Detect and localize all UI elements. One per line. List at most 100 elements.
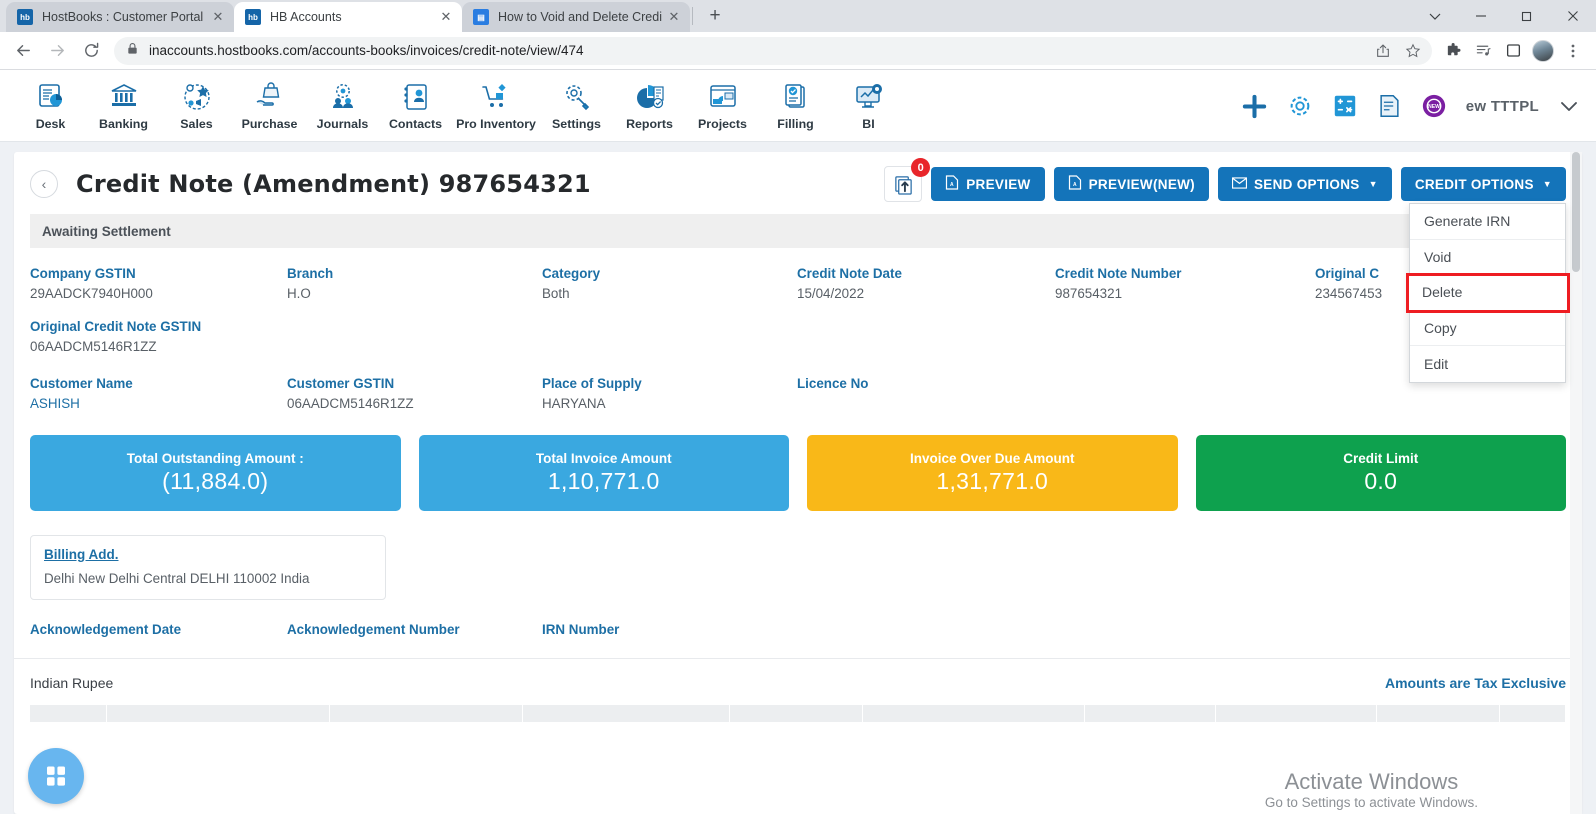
nav-item-contacts[interactable]: Contacts bbox=[379, 80, 452, 131]
share-icon[interactable] bbox=[1368, 36, 1398, 66]
credit-options-label: CREDIT OPTIONS bbox=[1414, 176, 1534, 192]
field-category: Category Both bbox=[542, 266, 797, 301]
field-value[interactable]: ASHISH bbox=[30, 396, 287, 411]
notes-icon[interactable] bbox=[1377, 93, 1402, 119]
billing-address-link[interactable]: Billing Add. bbox=[44, 547, 372, 562]
lock-icon bbox=[126, 42, 139, 60]
widget-launcher-button[interactable] bbox=[28, 748, 84, 804]
browser-tab-active[interactable]: hb HB Accounts ✕ bbox=[234, 2, 462, 32]
acknowledgement-row: Acknowledgement Date Acknowledgement Num… bbox=[14, 622, 1582, 637]
send-options-button[interactable]: SEND OPTIONS ▼ bbox=[1217, 167, 1392, 201]
menu-item-void[interactable]: Void bbox=[1410, 240, 1565, 275]
chevron-down-icon[interactable] bbox=[1558, 95, 1580, 117]
bookmark-star-icon[interactable] bbox=[1398, 36, 1428, 66]
nav-label: Journals bbox=[316, 117, 369, 131]
summary-title: Credit Limit bbox=[1343, 451, 1419, 466]
close-icon[interactable] bbox=[1550, 0, 1596, 32]
tab-title: How to Void and Delete Credit N bbox=[498, 10, 662, 24]
credit-note-card: ‹ Credit Note (Amendment) 987654321 0 A … bbox=[14, 152, 1582, 814]
scrollbar-thumb[interactable] bbox=[1572, 152, 1580, 272]
svg-text:A: A bbox=[1073, 182, 1077, 188]
nav-item-reports[interactable]: Reports bbox=[613, 80, 686, 131]
reload-icon[interactable] bbox=[76, 36, 106, 66]
nav-item-filling[interactable]: Filling bbox=[759, 80, 832, 131]
field-original-credit-note-number: Original C 234567453 bbox=[1315, 266, 1382, 301]
menu-item-delete[interactable]: Delete bbox=[1406, 273, 1570, 313]
export-button[interactable]: 0 bbox=[884, 158, 931, 202]
gear-icon[interactable] bbox=[1287, 93, 1313, 119]
nav-item-banking[interactable]: Banking bbox=[87, 80, 160, 131]
field-row-3: Customer Name ASHISH Customer GSTIN 06AA… bbox=[30, 376, 1566, 411]
upload-document-icon bbox=[894, 175, 912, 195]
field-row-2: Original Credit Note GSTIN 06AADCM5146R1… bbox=[30, 319, 1566, 354]
label-acknowledgement-date: Acknowledgement Date bbox=[30, 622, 182, 637]
billing-address-box: Billing Add. Delhi New Delhi Central DEL… bbox=[30, 535, 386, 600]
sidebar-icon[interactable] bbox=[1498, 36, 1528, 66]
credit-options-button[interactable]: CREDIT OPTIONS ▼ bbox=[1400, 167, 1566, 201]
extensions-icon[interactable] bbox=[1438, 36, 1468, 66]
back-button[interactable]: ‹ bbox=[30, 170, 58, 198]
forward-icon[interactable] bbox=[42, 36, 72, 66]
field-label: Licence No bbox=[797, 376, 869, 391]
summary-card-total-outstanding: Total Outstanding Amount : (11,884.0) bbox=[30, 435, 401, 511]
app-navigation-bar: Desk Banking Sales Purchase Journals Con… bbox=[0, 70, 1596, 142]
nav-item-settings[interactable]: Settings bbox=[540, 80, 613, 131]
add-icon[interactable] bbox=[1241, 93, 1268, 120]
address-bar[interactable]: inaccounts.hostbooks.com/accounts-books/… bbox=[114, 36, 1432, 65]
chevron-down-icon[interactable] bbox=[1412, 0, 1458, 32]
nav-item-pro-inventory[interactable]: Pro Inventory bbox=[452, 80, 540, 131]
reading-list-icon[interactable] bbox=[1468, 36, 1498, 66]
nav-label: Sales bbox=[180, 117, 213, 131]
page-scrollbar[interactable] bbox=[1570, 152, 1582, 814]
maximize-icon[interactable] bbox=[1504, 0, 1550, 32]
field-value: 06AADCM5146R1ZZ bbox=[30, 339, 157, 354]
profile-avatar[interactable] bbox=[1528, 36, 1558, 66]
field-label: Company GSTIN bbox=[30, 266, 136, 281]
field-credit-note-date: Credit Note Date 15/04/2022 bbox=[797, 266, 1055, 301]
summary-value: 0.0 bbox=[1364, 468, 1398, 494]
field-label: Credit Note Date bbox=[797, 266, 902, 281]
browser-tab[interactable]: hb HostBooks : Customer Portal ✕ bbox=[6, 2, 234, 32]
contacts-icon bbox=[400, 80, 432, 114]
filling-icon bbox=[780, 80, 812, 114]
nav-item-journals[interactable]: Journals bbox=[306, 80, 379, 131]
page-title: Credit Note (Amendment) 987654321 bbox=[76, 170, 591, 198]
desk-icon bbox=[35, 80, 67, 114]
nav-item-sales[interactable]: Sales bbox=[160, 80, 233, 131]
back-icon[interactable] bbox=[8, 36, 38, 66]
nav-label: Pro Inventory bbox=[456, 117, 536, 131]
menu-item-copy[interactable]: Copy bbox=[1410, 311, 1565, 346]
minimize-icon[interactable] bbox=[1458, 0, 1504, 32]
field-label: Credit Note Number bbox=[1055, 266, 1182, 281]
browser-tab[interactable]: ▤ How to Void and Delete Credit N ✕ bbox=[462, 2, 690, 32]
browser-titlebar: hb HostBooks : Customer Portal ✕ hb HB A… bbox=[0, 0, 1596, 32]
omnibox-actions bbox=[1368, 37, 1428, 65]
nav-item-desk[interactable]: Desk bbox=[14, 80, 87, 131]
reports-icon bbox=[634, 80, 666, 114]
nav-item-projects[interactable]: Projects bbox=[686, 80, 759, 131]
nav-item-bi[interactable]: BI bbox=[832, 80, 905, 131]
tab-close-icon[interactable]: ✕ bbox=[210, 9, 226, 25]
preview-button[interactable]: A PREVIEW bbox=[931, 167, 1045, 201]
preview-new-label: PREVIEW(NEW) bbox=[1088, 176, 1195, 192]
nav-label: Reports bbox=[626, 117, 673, 131]
tab-close-icon[interactable]: ✕ bbox=[666, 9, 682, 25]
pdf-icon: A bbox=[945, 175, 959, 193]
new-badge-icon[interactable]: NEW bbox=[1421, 93, 1447, 119]
sales-icon bbox=[181, 80, 213, 114]
more-menu-icon[interactable] bbox=[1558, 36, 1588, 66]
nav-label: Purchase bbox=[241, 117, 298, 131]
menu-item-generate-irn[interactable]: Generate IRN bbox=[1410, 204, 1565, 240]
tab-strip: hb HostBooks : Customer Portal ✕ hb HB A… bbox=[0, 0, 729, 32]
summary-card-total-invoice: Total Invoice Amount 1,10,771.0 bbox=[418, 435, 789, 511]
field-original-credit-note-gstin: Original Credit Note GSTIN 06AADCM5146R1… bbox=[30, 319, 287, 354]
preview-new-button[interactable]: A PREVIEW(NEW) bbox=[1053, 167, 1209, 201]
field-label: Branch bbox=[287, 266, 334, 281]
nav-item-purchase[interactable]: Purchase bbox=[233, 80, 306, 131]
page-container: ‹ Credit Note (Amendment) 987654321 0 A … bbox=[0, 142, 1596, 814]
tab-close-icon[interactable]: ✕ bbox=[438, 9, 454, 25]
menu-item-edit[interactable]: Edit bbox=[1410, 346, 1565, 382]
new-tab-button[interactable]: + bbox=[701, 2, 729, 30]
organization-name[interactable]: ew TTTPL bbox=[1466, 98, 1539, 115]
calculator-icon[interactable] bbox=[1332, 93, 1358, 119]
